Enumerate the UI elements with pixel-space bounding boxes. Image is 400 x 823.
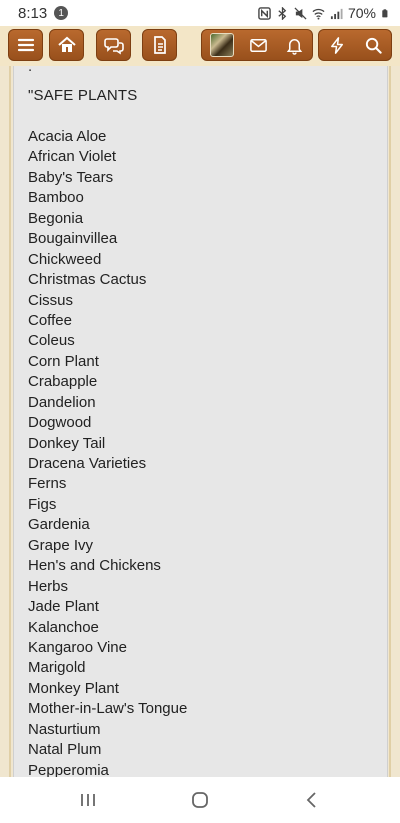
plant-list-item: Corn Plant xyxy=(28,352,99,370)
home-button[interactable] xyxy=(49,29,84,61)
home-icon xyxy=(57,36,76,52)
plant-list-item: Hen's and Chickens xyxy=(28,557,161,575)
home-nav-button[interactable] xyxy=(190,790,210,810)
plant-list-item: Ferns xyxy=(28,475,67,493)
plant-list-item: Bougainvillea xyxy=(28,230,118,248)
avatar-button[interactable] xyxy=(204,30,240,60)
conversations-button[interactable] xyxy=(96,29,131,61)
plant-list-item: Herbs xyxy=(28,577,69,595)
post-body: . "SAFE PLANTS Acacia Aloe African Violet… xyxy=(13,66,388,777)
status-bar: 8:13 1 70% xyxy=(0,0,400,26)
plant-list-item: Kangaroo Vine xyxy=(28,638,127,656)
new-posts-button[interactable] xyxy=(142,29,177,61)
battery-icon xyxy=(382,8,388,17)
plant-list-item: Coleus xyxy=(28,332,75,350)
nfc-icon xyxy=(258,6,271,20)
menu-icon xyxy=(17,38,34,52)
document-icon xyxy=(153,36,166,54)
plant-list-item: Nasturtium xyxy=(28,720,101,738)
whats-new-button[interactable] xyxy=(319,30,355,60)
plant-list-item: Figs xyxy=(28,495,57,513)
utility-button-group xyxy=(318,29,392,61)
plant-list-item: Jade Plant xyxy=(28,598,99,616)
plant-list-item: Dandelion xyxy=(28,393,96,411)
thread-page: . "SAFE PLANTS Acacia Aloe African Violet… xyxy=(0,66,400,777)
menu-button[interactable] xyxy=(8,29,43,61)
plant-list-item: Christmas Cactus xyxy=(28,271,147,289)
plant-list-item: Marigold xyxy=(28,659,86,677)
home-circle-icon xyxy=(192,792,208,808)
bluetooth-icon xyxy=(278,6,287,20)
plant-list-item: Grape Ivy xyxy=(28,536,94,554)
plant-list-item: Donkey Tail xyxy=(28,434,106,452)
inbox-button[interactable] xyxy=(240,30,276,60)
plant-list-item: Mother-in-Law's Tongue xyxy=(28,700,188,718)
navigation-bar xyxy=(0,777,400,823)
plant-list-item: Crabapple xyxy=(28,373,98,391)
search-icon xyxy=(365,37,382,54)
wifi-icon xyxy=(312,8,325,20)
alerts-button[interactable] xyxy=(276,30,312,60)
recent-apps-button[interactable] xyxy=(78,790,98,810)
plant-list-item: Gardenia xyxy=(28,516,90,534)
plant-list-item: Dogwood xyxy=(28,414,92,432)
plant-list-item: African Violet xyxy=(28,148,117,166)
plant-list-item: Coffee xyxy=(28,311,72,329)
plant-list-item: Pepperomia xyxy=(28,761,109,777)
back-button[interactable] xyxy=(302,790,322,810)
recent-apps-icon xyxy=(81,794,95,806)
plant-list-item: Dracena Varieties xyxy=(28,455,147,472)
battery-percent: 70% xyxy=(347,5,376,21)
plant-list-item: Cissus xyxy=(28,291,74,309)
plant-list-item: Baby's Tears xyxy=(28,168,114,186)
account-button-group xyxy=(201,29,313,61)
back-icon xyxy=(306,792,316,808)
plant-list: Acacia Aloe African Violet Baby's Tears Bam… xyxy=(28,127,187,777)
plant-list-item: Begonia xyxy=(28,209,84,227)
plant-list-item: Monkey Plant xyxy=(28,679,119,697)
plant-list-item: Bamboo xyxy=(28,189,84,207)
signal-icon xyxy=(330,8,343,19)
post-text-fragment: . xyxy=(28,66,33,75)
search-button[interactable] xyxy=(355,30,391,60)
forum-toolbar xyxy=(0,26,400,66)
bell-icon xyxy=(286,38,302,55)
post-heading: "SAFE PLANTS xyxy=(28,87,138,104)
notification-count-badge: 1 xyxy=(54,6,69,20)
status-time: 8:13 xyxy=(18,4,48,22)
plant-list-item: Acacia Aloe xyxy=(28,128,107,145)
plant-list-item: Chickweed xyxy=(28,250,102,268)
chat-icon xyxy=(103,38,124,55)
plant-list-item: Kalanchoe xyxy=(28,618,99,636)
mute-icon xyxy=(294,6,307,20)
avatar xyxy=(210,33,234,57)
mail-icon xyxy=(249,38,267,52)
lightning-icon xyxy=(330,36,343,54)
plant-list-item: Natal Plum xyxy=(28,741,102,759)
